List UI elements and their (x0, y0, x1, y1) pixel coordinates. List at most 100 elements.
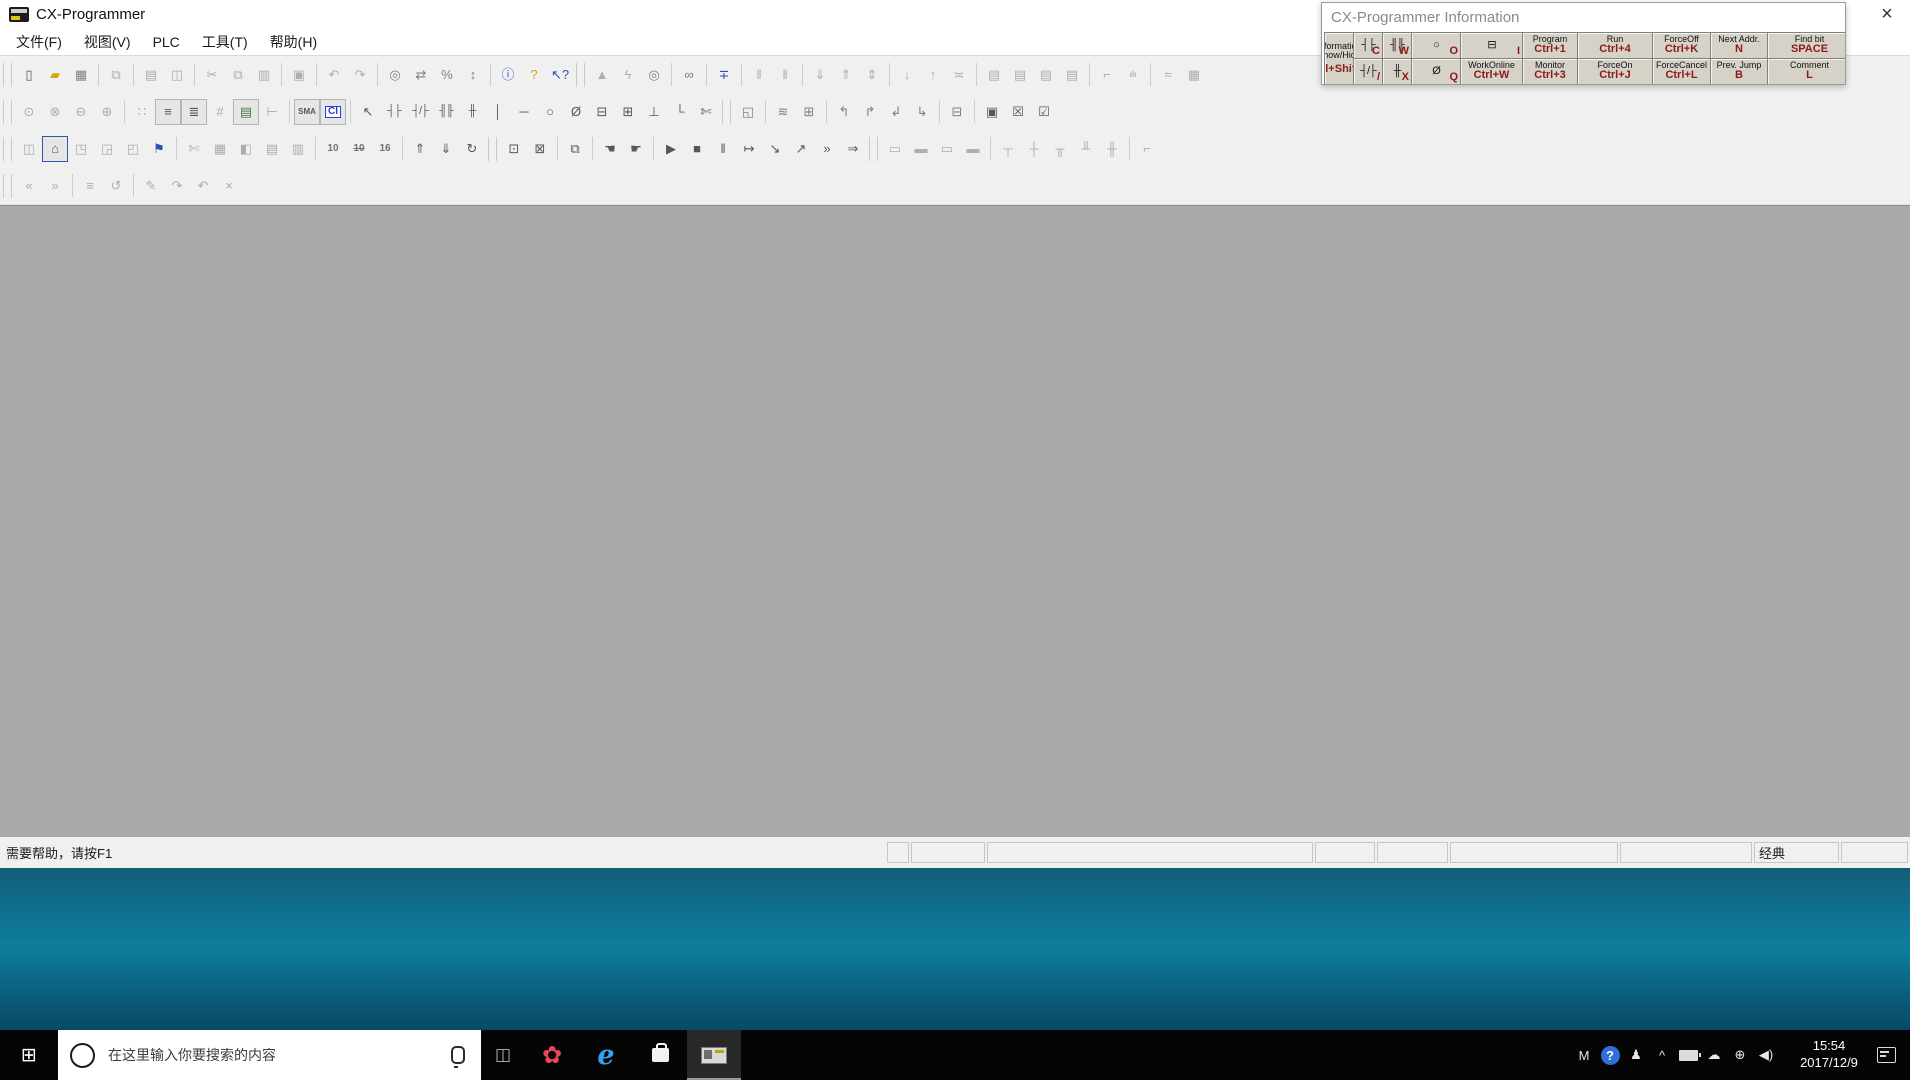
shortcut-comment[interactable]: Comment L (1768, 59, 1845, 84)
compare-programs-button[interactable]: ⧉ (103, 62, 129, 88)
tray-people-icon[interactable]: ♟ (1623, 1030, 1649, 1080)
sim-step-out-button[interactable]: ↗ (788, 136, 814, 162)
pause-monitoring-button[interactable]: ‖ (746, 62, 772, 88)
mode-run-button[interactable]: ▤ (1059, 62, 1085, 88)
show-sections-button[interactable]: ▤ (233, 98, 259, 125)
copy-button[interactable]: ⧉ (225, 62, 251, 88)
shortcut-mode-program[interactable]: Program Ctrl+1 (1523, 33, 1578, 59)
app-edge-button[interactable]: e (579, 1030, 633, 1080)
network-corner-button[interactable]: ⌐ (1134, 136, 1160, 162)
pause-button[interactable]: ‖ (772, 62, 798, 88)
print-button[interactable]: ▤ (138, 62, 164, 88)
simulator-online-button[interactable]: ⊡ (501, 136, 527, 162)
tray-chevron-icon[interactable]: ^ (1649, 1030, 1675, 1080)
find-symbol-button[interactable]: ◎ (641, 62, 667, 88)
new-or-closed-contact-button[interactable]: ╫ (459, 99, 485, 125)
online-monitor-button[interactable]: ∓ (711, 62, 737, 88)
invert-instruction-button[interactable]: ⊥ (641, 99, 667, 125)
new-closed-coil-button[interactable]: Ø (563, 99, 589, 125)
toolbar-grip[interactable] (576, 62, 585, 87)
global-symbols-window-button[interactable]: ☒ (1005, 99, 1031, 125)
tray-help-icon[interactable]: ? (1597, 1030, 1623, 1080)
line-corner-button[interactable]: └ (667, 99, 693, 125)
sim-step-in-button[interactable]: ↘ (762, 136, 788, 162)
watch-window-button[interactable]: ◲ (94, 136, 120, 162)
memory-window-button[interactable]: ▦ (207, 136, 233, 162)
next-jump-point-button[interactable]: ↳ (909, 99, 935, 125)
shortcut-mode-run[interactable]: Run Ctrl+4 (1578, 33, 1653, 59)
shortcut-new-closed-contact[interactable]: ┤/├ / (1354, 59, 1383, 84)
memory-view-button[interactable]: ▦ (1181, 62, 1207, 88)
sim-step-run-button[interactable]: ↦ (736, 136, 762, 162)
shortcut-new-closed-or-contact[interactable]: ╫ X (1383, 59, 1412, 84)
tray-volume-icon[interactable]: ◀) (1753, 1030, 1779, 1080)
zoom-tool-button[interactable]: ⊙ (16, 99, 42, 125)
tray-network-icon[interactable]: ⊕ (1727, 1030, 1753, 1080)
search-input[interactable] (106, 1046, 451, 1064)
show-grid-button[interactable]: ∷ (129, 99, 155, 125)
menu-item-5[interactable]: 帮助(H) (260, 29, 327, 55)
sim-run-button[interactable]: ▶ (658, 136, 684, 162)
pause-at-cursor-button[interactable]: ☛ (623, 136, 649, 162)
instruction-palette-button[interactable]: ⊞ (796, 99, 822, 125)
shortcut-find-bit[interactable]: Find bit SPACE (1768, 33, 1845, 59)
io-comment-window-button[interactable]: ▤ (259, 136, 285, 162)
menu-item-1[interactable]: 文件(F) (6, 29, 72, 55)
shortcut-prev-jump[interactable]: Prev. Jump B (1711, 59, 1768, 84)
network-segment-4-button[interactable]: ▬ (960, 136, 986, 162)
zoom-to-fit-button[interactable]: ⊗ (42, 99, 68, 125)
io-table-window-button[interactable]: ✄ (181, 136, 207, 162)
print-preview-button[interactable]: ◫ (164, 62, 190, 88)
pause-at-start-button[interactable]: ☚ (597, 136, 623, 162)
zoom-out-button[interactable]: ⊖ (68, 99, 94, 125)
new-contact-button[interactable]: ┤├ (381, 99, 407, 125)
menu-item-2[interactable]: 视图(V) (74, 29, 141, 55)
prev-rung-comment-button[interactable]: ↰ (831, 99, 857, 125)
menu-item-4[interactable]: 工具(T) (192, 29, 258, 55)
new-instruction-button[interactable]: ⊟ (589, 99, 615, 125)
upload-from-plc-button[interactable]: ⇑ (833, 62, 859, 88)
shortcut-new-or-contact[interactable]: ╢╟ W (1383, 33, 1412, 59)
tray-cloud-icon[interactable]: ☁ (1701, 1030, 1727, 1080)
shortcut-force-cancel[interactable]: ForceCancel Ctrl+L (1653, 59, 1711, 84)
program-check-button[interactable]: ϟ (615, 62, 641, 88)
monitor-signed-decimal-button[interactable]: 10 (346, 136, 372, 162)
toolbar-grip[interactable] (488, 136, 497, 161)
open-file-button[interactable]: ▰ (42, 62, 68, 88)
save-button[interactable]: ▦ (68, 62, 94, 88)
network-junction-2-button[interactable]: ┼ (1021, 136, 1047, 162)
partial-compare-button[interactable]: ≍ (946, 62, 972, 88)
network-segment-2-button[interactable]: ▬ (908, 136, 934, 162)
simulator-transfer-button[interactable]: ⧉ (562, 136, 588, 162)
shortcut-work-online[interactable]: WorkOnline Ctrl+W (1461, 59, 1523, 84)
toolbar-grip[interactable] (869, 136, 878, 161)
partial-upload-button[interactable]: ↑ (920, 62, 946, 88)
sim-continuous-run-button[interactable]: » (814, 136, 840, 162)
network-segment-1-button[interactable]: ▭ (882, 136, 908, 162)
microphone-icon[interactable] (451, 1046, 465, 1068)
show-sma-bar-button[interactable]: SMA (294, 98, 320, 125)
cross-reference-window-button[interactable]: ◰ (120, 136, 146, 162)
toolbar-grip[interactable] (3, 136, 12, 161)
new-or-contact-button[interactable]: ╢╟ (433, 99, 459, 125)
edit-rung-comment-button[interactable]: ✎ (138, 173, 164, 199)
redo-button[interactable]: ↷ (347, 62, 373, 88)
paste-button[interactable]: ▥ (251, 62, 277, 88)
toolbar-grip[interactable] (3, 99, 12, 124)
compile-button[interactable]: ▲ (589, 62, 615, 88)
output-window-button[interactable]: ◳ (68, 136, 94, 162)
start-button[interactable]: ⊞ (0, 1030, 58, 1080)
download-to-plc-button[interactable]: ⇓ (807, 62, 833, 88)
shortcut-new-coil[interactable]: ○ O (1412, 33, 1461, 59)
change-all-button[interactable]: ↕ (460, 62, 486, 88)
shortcut-force-on[interactable]: ForceOn Ctrl+J (1578, 59, 1653, 84)
sim-pause-button[interactable]: ‖ (710, 136, 736, 162)
taskbar-clock[interactable]: 15:54 2017/12/9 (1787, 1038, 1871, 1072)
symbol-verify-window-button[interactable]: ☑ (1031, 99, 1057, 125)
network-segment-3-button[interactable]: ▭ (934, 136, 960, 162)
new-vertical-instruction-button[interactable]: ⊞ (615, 99, 641, 125)
task-view-button[interactable]: ◫ (481, 1030, 525, 1080)
window-cascade-button[interactable]: ◫ (16, 136, 42, 162)
zoom-in-button[interactable]: ⊕ (94, 99, 120, 125)
show-tree-button[interactable]: ⊢ (259, 99, 285, 125)
